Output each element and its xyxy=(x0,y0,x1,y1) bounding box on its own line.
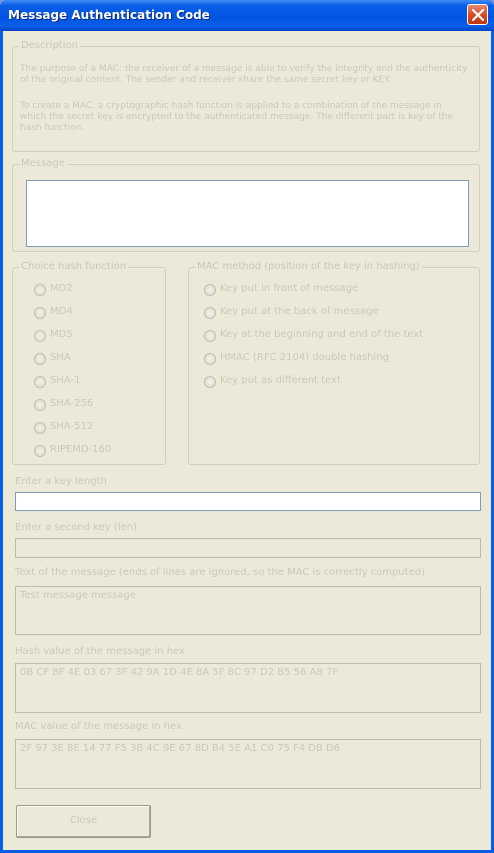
radio-button[interactable] xyxy=(204,307,216,319)
hash-function-legend: Choice hash function xyxy=(19,261,129,272)
message-text-label: Text of the message (ends of lines are i… xyxy=(15,567,425,578)
hash-value-text: 0B CF 8F 4E 03 67 3F 42 9A 1D 4E 8A 5F 8… xyxy=(20,667,339,678)
radio-label: Key at the beginning and end of the text xyxy=(220,329,424,340)
hash-function-group: Choice hash function MD2 MD4 MD5 SHA SHA… xyxy=(12,261,166,465)
radio-label: SHA-256 xyxy=(50,398,94,409)
first-key-input[interactable] xyxy=(15,492,481,511)
radio-button[interactable] xyxy=(34,399,46,411)
mac-value-label: MAC value of the message in hex xyxy=(15,721,183,732)
hash-value-label: Hash value of the message in hex xyxy=(15,646,185,657)
description-legend: Description xyxy=(19,40,80,51)
title-bar[interactable]: Message Authentication Code xyxy=(0,0,494,31)
radio-button[interactable] xyxy=(204,284,216,296)
radio-button[interactable] xyxy=(34,307,46,319)
second-key-label: Enter a second key (len) xyxy=(15,522,137,533)
radio-button[interactable] xyxy=(34,422,46,434)
radio-label: Key put at the back of message xyxy=(220,306,379,317)
first-key-label: Enter a key length xyxy=(15,476,107,487)
message-text-box[interactable]: Test message message xyxy=(15,586,481,635)
message-text-value: Test message message xyxy=(20,590,136,601)
radio-button[interactable] xyxy=(34,330,46,342)
radio-label: RIPEMD-160 xyxy=(50,444,112,455)
close-button-label: Close xyxy=(69,815,98,826)
radio-label: SHA-512 xyxy=(50,421,94,432)
description-group: Description The purpose of a MAC: the re… xyxy=(12,40,480,152)
radio-button[interactable] xyxy=(34,376,46,388)
radio-button[interactable] xyxy=(204,376,216,388)
radio-button[interactable] xyxy=(204,330,216,342)
radio-label: MD5 xyxy=(50,329,73,340)
radio-label: SHA-1 xyxy=(50,375,81,386)
mac-method-group: MAC method (position of the key in hashi… xyxy=(188,261,480,465)
mac-method-legend: MAC method (position of the key in hashi… xyxy=(195,261,422,272)
second-key-input[interactable] xyxy=(15,538,481,558)
radio-button[interactable] xyxy=(204,353,216,365)
hash-value-box[interactable]: 0B CF 8F 4E 03 67 3F 42 9A 1D 4E 8A 5F 8… xyxy=(15,663,481,713)
radio-button[interactable] xyxy=(34,284,46,296)
dialog-client-area: Description The purpose of a MAC: the re… xyxy=(3,31,491,850)
radio-label: SHA xyxy=(50,352,71,363)
description-paragraph-2: To create a MAC, a cryptographic hash fu… xyxy=(20,101,454,133)
message-legend: Message xyxy=(19,158,67,169)
mac-value-text: 2F 97 3E 8E 14 77 F5 3B 4C 9E 67 8D B4 5… xyxy=(20,743,341,754)
window-close-button[interactable] xyxy=(467,4,488,25)
radio-label: Key put in front of message xyxy=(220,283,359,294)
radio-label: MD4 xyxy=(50,306,73,317)
close-button[interactable]: Close xyxy=(16,805,151,838)
mac-window: Message Authentication Code Description … xyxy=(0,0,494,853)
radio-button[interactable] xyxy=(34,445,46,457)
message-group: Message xyxy=(12,158,480,252)
description-paragraph-1: The purpose of a MAC: the receiver of a … xyxy=(20,64,468,85)
close-icon xyxy=(472,9,484,21)
mac-value-box[interactable]: 2F 97 3E 8E 14 77 F5 3B 4C 9E 67 8D B4 5… xyxy=(15,739,481,789)
radio-button[interactable] xyxy=(34,353,46,365)
radio-label: HMAC (RFC 2104) double hashing xyxy=(220,352,390,363)
radio-label: Key put as different text xyxy=(220,375,341,386)
window-title: Message Authentication Code xyxy=(8,8,210,22)
radio-label: MD2 xyxy=(50,283,73,294)
message-input[interactable] xyxy=(26,180,469,247)
